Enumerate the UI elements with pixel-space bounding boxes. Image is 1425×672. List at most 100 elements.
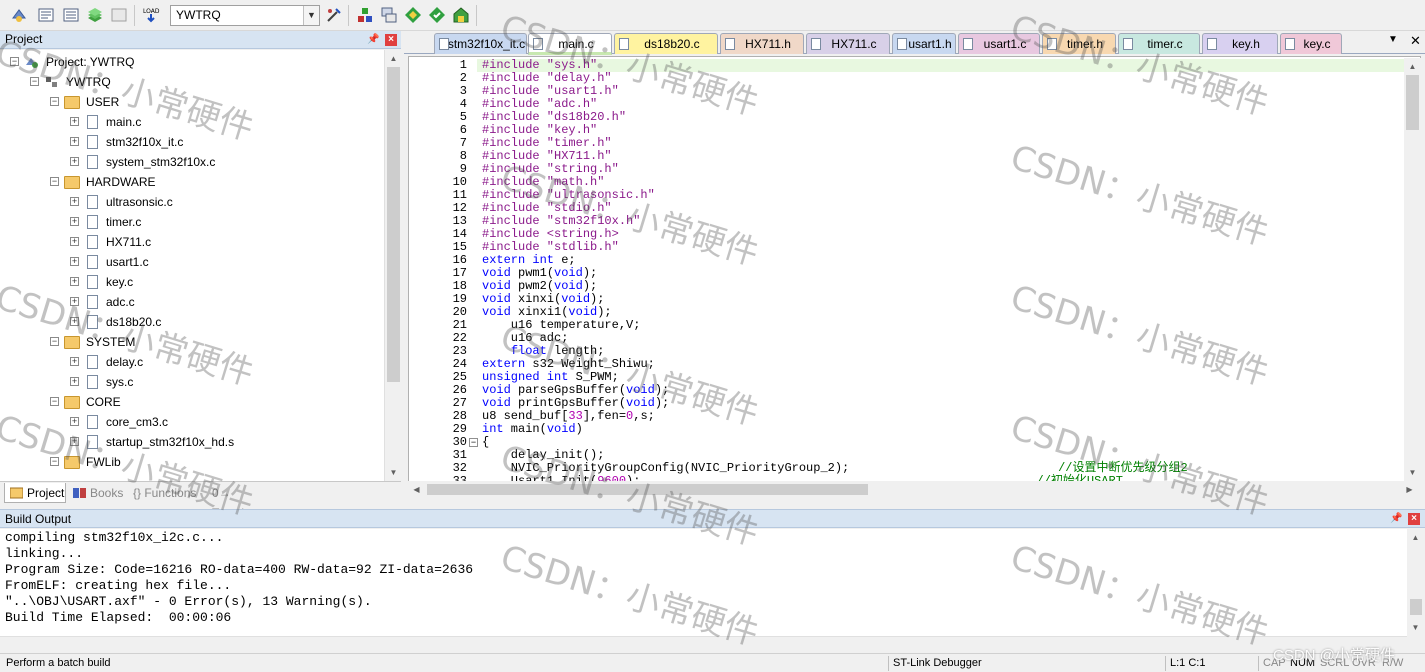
code-line[interactable]: void pwm2(void);	[477, 280, 1404, 293]
collapse-icon[interactable]: −	[50, 397, 59, 406]
scroll-thumb[interactable]	[1406, 75, 1419, 130]
expand-icon[interactable]: +	[70, 277, 79, 286]
tab-functions[interactable]: {} Functions	[128, 483, 204, 503]
scroll-up-icon[interactable]: ▲	[385, 50, 402, 67]
target-options-icon[interactable]	[325, 6, 343, 24]
code-line[interactable]: #include "timer.h"	[477, 137, 1404, 150]
tab-project[interactable]: Project	[4, 483, 66, 503]
expand-icon[interactable]: +	[70, 297, 79, 306]
expand-icon[interactable]: +	[70, 377, 79, 386]
tree-file-item[interactable]: + sys.c	[0, 372, 384, 392]
expand-icon[interactable]: +	[70, 117, 79, 126]
tab-books[interactable]: Books	[68, 483, 126, 503]
scroll-thumb[interactable]	[427, 484, 868, 495]
tree-file-item[interactable]: + system_stm32f10x.c	[0, 152, 384, 172]
scroll-up-icon[interactable]: ▲	[1404, 58, 1421, 75]
tree-folder-item[interactable]: − FWLib	[0, 452, 384, 472]
expand-icon[interactable]: +	[70, 197, 79, 206]
tree-root-item[interactable]: − Project: YWTRQ	[0, 52, 384, 72]
tree-file-item[interactable]: + adc.c	[0, 292, 384, 312]
tab-file[interactable]: key.h	[1202, 33, 1278, 54]
code-line[interactable]: void xinxi(void);	[477, 293, 1404, 306]
chevron-down-icon[interactable]: ▼	[303, 6, 319, 25]
tab-file[interactable]: usart1.h	[892, 33, 956, 54]
project-tree-scrollbar[interactable]: ▲ ▼	[384, 50, 401, 481]
tab-file[interactable]: usart1.c	[958, 33, 1040, 54]
code-line[interactable]: u16 temperature,V;	[477, 319, 1404, 332]
build-icon[interactable]	[37, 6, 55, 24]
scroll-right-icon[interactable]: ▶	[1401, 481, 1418, 498]
tree-file-item[interactable]: + ultrasonsic.c	[0, 192, 384, 212]
pack-installer-icon[interactable]	[428, 6, 446, 24]
code-line[interactable]: u8 send_buf[33],fen=0,s;	[477, 410, 1404, 423]
tree-file-item[interactable]: + delay.c	[0, 352, 384, 372]
translate-icon[interactable]	[10, 6, 28, 24]
close-tab-icon[interactable]: ✕	[1410, 33, 1421, 49]
expand-icon[interactable]: +	[70, 317, 79, 326]
expand-icon[interactable]: +	[70, 257, 79, 266]
code-line[interactable]: #include "key.h"	[477, 124, 1404, 137]
expand-icon[interactable]: +	[70, 217, 79, 226]
code-line[interactable]: int main(void)	[477, 423, 1404, 436]
editor-horizontal-scrollbar[interactable]: ◀ ▶	[408, 481, 1413, 498]
editor-vertical-scrollbar[interactable]: ▲ ▼	[1404, 58, 1421, 484]
tab-file[interactable]: timer.c	[1118, 33, 1200, 54]
tree-folder-item[interactable]: − CORE	[0, 392, 384, 412]
scroll-left-icon[interactable]: ◀	[408, 481, 425, 498]
scroll-down-icon[interactable]: ▼	[1404, 464, 1421, 481]
expand-icon[interactable]: +	[70, 237, 79, 246]
tree-file-item[interactable]: + timer.c	[0, 212, 384, 232]
build-output-vertical-scrollbar[interactable]: ▲ ▼	[1407, 529, 1425, 636]
pack-manager-icon[interactable]	[452, 6, 470, 24]
scroll-down-icon[interactable]: ▼	[1407, 619, 1424, 636]
tab-file[interactable]: HX711.c	[806, 33, 890, 54]
tree-target-item[interactable]: − YWTRQ	[0, 72, 384, 92]
expand-icon[interactable]: +	[70, 417, 79, 426]
code-area[interactable]: #include "sys.h" #include "delay.h" #inclu…	[477, 57, 1404, 483]
code-editor[interactable]: 1 2 3 4 5 6 7 8 9 10 11 12 13 14 15 16 17 18 19 20 21 22 23 24 2…	[408, 56, 1421, 484]
code-line[interactable]: {	[477, 436, 1404, 449]
code-line[interactable]: #include "ultrasonsic.h"	[477, 189, 1404, 202]
tab-file[interactable]: main.c	[528, 33, 612, 55]
collapse-icon[interactable]: −	[50, 337, 59, 346]
manage-project-icon[interactable]	[356, 6, 374, 24]
tab-file[interactable]: HX711.h	[720, 33, 804, 54]
expand-icon[interactable]: +	[70, 157, 79, 166]
tree-folder-item[interactable]: − USER	[0, 92, 384, 112]
download-icon[interactable]: LOAD	[142, 6, 160, 24]
scroll-up-icon[interactable]: ▲	[1407, 529, 1424, 546]
stop-build-icon[interactable]	[110, 6, 128, 24]
tree-file-item[interactable]: + ds18b20.c	[0, 312, 384, 332]
expand-icon[interactable]: +	[70, 357, 79, 366]
tree-file-item[interactable]: + key.c	[0, 272, 384, 292]
tree-folder-item[interactable]: − SYSTEM	[0, 332, 384, 352]
tab-file[interactable]: timer.h	[1042, 33, 1116, 54]
pin-icon[interactable]: 📌	[367, 33, 379, 46]
tree-folder-item[interactable]: − HARDWARE	[0, 172, 384, 192]
tree-file-item[interactable]: + usart1.c	[0, 252, 384, 272]
code-line[interactable]: #include "ds18b20.h"	[477, 111, 1404, 124]
code-line[interactable]: u16 adc;	[477, 332, 1404, 345]
code-line[interactable]: #include "usart1.h"	[477, 85, 1404, 98]
code-line[interactable]: #include "stdlib.h"	[477, 241, 1404, 254]
collapse-icon[interactable]: −	[50, 177, 59, 186]
tab-templates[interactable]: 0→ Templates	[207, 483, 287, 520]
tab-list-dropdown-icon[interactable]: ▼	[1388, 34, 1398, 45]
pin-icon[interactable]: 📌	[1390, 512, 1402, 525]
expand-icon[interactable]: +	[70, 137, 79, 146]
code-line[interactable]: #include "sys.h"	[477, 59, 1404, 72]
code-line[interactable]: void pwm1(void);	[477, 267, 1404, 280]
collapse-icon[interactable]: −	[50, 457, 59, 466]
scroll-thumb[interactable]	[1410, 599, 1422, 615]
tab-file[interactable]: ds18b20.c	[614, 33, 718, 54]
code-line[interactable]: extern int e;	[477, 254, 1404, 267]
scroll-thumb[interactable]	[387, 67, 400, 382]
tree-file-item[interactable]: + HX711.c	[0, 232, 384, 252]
build-output-horizontal-scrollbar[interactable]	[0, 636, 1407, 653]
scroll-down-icon[interactable]: ▼	[385, 464, 402, 481]
close-icon[interactable]: ×	[385, 34, 397, 46]
tree-file-item[interactable]: + main.c	[0, 112, 384, 132]
batch-build-icon[interactable]	[86, 6, 104, 24]
tree-file-item[interactable]: + stm32f10x_it.c	[0, 132, 384, 152]
tree-file-item[interactable]: + startup_stm32f10x_hd.s	[0, 432, 384, 452]
